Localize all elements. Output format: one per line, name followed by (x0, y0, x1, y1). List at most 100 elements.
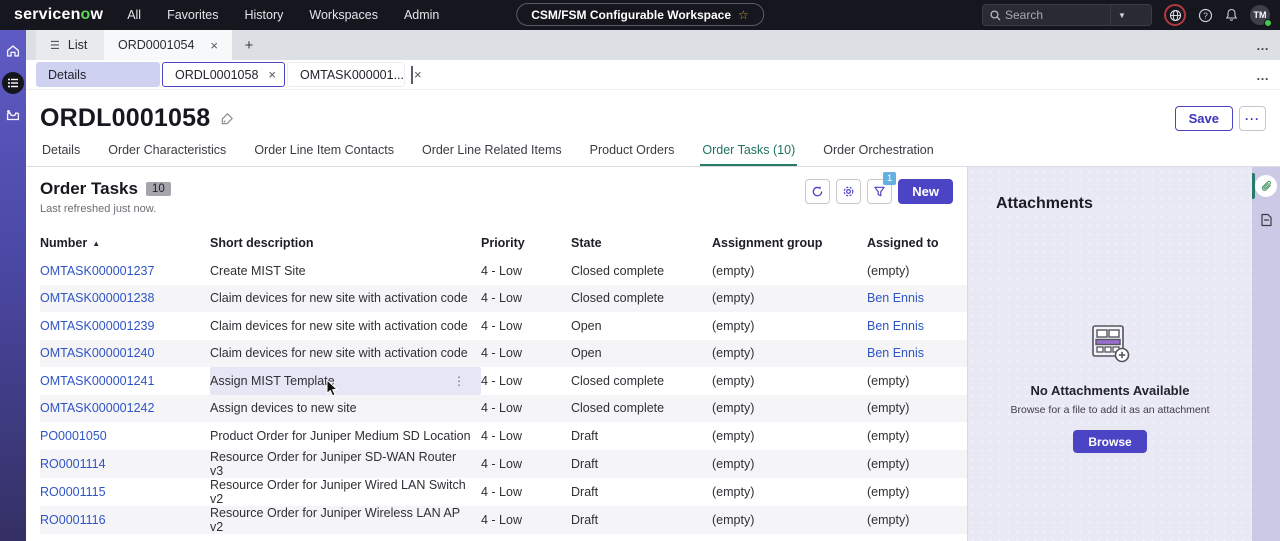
column-header-state[interactable]: State (571, 229, 712, 257)
table-row[interactable]: OMTASK000001240 Claim devices for new sit… (40, 339, 967, 368)
short-description-text: Resource Order for Juniper Wired LAN Swi… (210, 477, 466, 506)
settings-gear-button[interactable] (836, 179, 862, 204)
record-number-link[interactable]: OMTASK000001240 (40, 346, 154, 360)
workspace-pill-label: CSM/FSM Configurable Workspace (531, 7, 732, 22)
tab-list[interactable]: ☰ List (36, 30, 104, 60)
record-number-link[interactable]: OMTASK000001239 (40, 319, 154, 333)
tag-icon[interactable] (220, 111, 235, 126)
cell-number: OMTASK000001240 (40, 340, 210, 368)
tab-ord0001054[interactable]: ORD0001054 × (104, 30, 232, 60)
list-toolbar: 1 New (805, 172, 953, 204)
column-header-assignment-group[interactable]: Assignment group (712, 229, 867, 257)
cell-assignment-group: (empty) (712, 401, 755, 416)
top-menu: All Favorites History Workspaces Admin (127, 8, 439, 22)
table-row[interactable]: OMTASK000001239 Claim devices for new sit… (40, 312, 967, 340)
cell-assigned-to: (empty) (867, 512, 910, 527)
filter-button[interactable]: 1 (867, 172, 897, 204)
cell-priority: 4 - Low (481, 401, 522, 416)
cell-assigned-to: (empty) (867, 456, 910, 471)
subtab-ordl0001058[interactable]: ORDL0001058 × (162, 62, 285, 87)
tab-order-line-related-items[interactable]: Order Line Related Items (420, 139, 564, 166)
topmenu-item-history[interactable]: History (245, 8, 284, 22)
search-scope-dropdown[interactable]: ▼ (1110, 5, 1133, 25)
refresh-button[interactable] (805, 179, 831, 204)
help-icon[interactable]: ? (1198, 8, 1213, 23)
topmenu-item-all[interactable]: All (127, 8, 141, 22)
browse-button[interactable]: Browse (1073, 430, 1147, 453)
table-row[interactable]: OMTASK000001237 Create MIST Site 4 - Low Cl… (40, 257, 967, 285)
subtab-details[interactable]: Details (36, 62, 160, 87)
new-tab-button[interactable]: + (232, 30, 266, 60)
column-header-assigned-to[interactable]: Assigned to (867, 229, 967, 257)
list-title: Order Tasks (40, 179, 138, 198)
attachments-paperclip-icon[interactable] (1255, 175, 1277, 197)
workspace-tray-icon[interactable] (2, 104, 24, 126)
cell-assignment-group: (empty) (712, 373, 755, 388)
table-row[interactable]: RO0001115 Resource Order for Juniper Wire… (40, 478, 967, 506)
notifications-bell-icon[interactable] (1225, 8, 1238, 22)
table-row[interactable]: OMTASK000001242 Assign devices to new sit… (40, 394, 967, 422)
record-number-link[interactable]: PO0001050 (40, 429, 107, 443)
tab-product-orders[interactable]: Product Orders (588, 139, 677, 166)
record-more-button[interactable]: ··· (1239, 106, 1266, 131)
table-row[interactable]: RO0001114 Resource Order for Juniper SD-W… (40, 449, 967, 478)
workspace-pill-button[interactable]: CSM/FSM Configurable Workspace ☆ (516, 3, 764, 26)
cell-assignment-group: (empty) (712, 428, 755, 443)
save-button[interactable]: Save (1174, 106, 1233, 131)
search-icon (983, 9, 1005, 21)
attachments-title: Attachments (996, 195, 1093, 212)
table-row[interactable]: RO0001116 Resource Order for Juniper Wire… (40, 505, 967, 534)
topmenu-item-favorites[interactable]: Favorites (167, 8, 218, 22)
list-header: Order Tasks 10 Last refreshed just now. (40, 172, 967, 215)
subtab-overflow-menu[interactable]: … (1256, 60, 1270, 90)
topmenu-item-workspaces[interactable]: Workspaces (309, 8, 378, 22)
table-row[interactable]: PO0001050 Product Order for Juniper Mediu… (40, 422, 967, 450)
column-header-short-description[interactable]: Short description (210, 229, 481, 257)
user-avatar[interactable]: TM (1250, 5, 1272, 27)
tab-caret (411, 65, 413, 84)
assigned-user-link[interactable]: Ben Ennis (867, 346, 924, 360)
record-number-link[interactable]: RO0001114 (40, 457, 106, 471)
close-subtab-icon[interactable]: × (268, 68, 276, 81)
row-context-menu-icon[interactable]: ⋮ (453, 374, 465, 388)
column-header-label: Assignment group (712, 236, 823, 250)
home-icon[interactable] (2, 40, 24, 62)
new-record-button[interactable]: New (898, 179, 953, 204)
subtab-omtask[interactable]: OMTASK000001... × (287, 62, 422, 87)
cell-priority: 4 - Low (481, 373, 522, 388)
cell-short-description: Assign MIST Template ⋮ (210, 367, 481, 395)
cell-state: Closed complete (571, 373, 665, 388)
topmenu-item-admin[interactable]: Admin (404, 8, 439, 22)
column-header-priority[interactable]: Priority (481, 229, 571, 257)
tab-order-orchestration[interactable]: Order Orchestration (821, 139, 935, 166)
record-number-link[interactable]: OMTASK000001238 (40, 291, 154, 305)
cell-assignment-group: (empty) (712, 484, 755, 499)
favorite-star-icon[interactable]: ☆ (738, 8, 749, 22)
servicenow-logo[interactable]: servicenow (14, 6, 103, 24)
cell-state: Closed complete (571, 291, 665, 306)
top-navigation-bar: servicenow All Favorites History Workspaces… (0, 0, 1280, 30)
globe-icon[interactable] (1164, 4, 1186, 26)
tab-order-characteristics[interactable]: Order Characteristics (106, 139, 228, 166)
assigned-user-link[interactable]: Ben Ennis (867, 319, 924, 333)
column-header-number[interactable]: Number ▲ (40, 229, 210, 257)
table-row[interactable]: OMTASK000001238 Claim devices for new sit… (40, 284, 967, 312)
record-number-link[interactable]: OMTASK000001242 (40, 401, 154, 415)
record-number-link[interactable]: OMTASK000001241 (40, 374, 154, 388)
tab-details[interactable]: Details (40, 139, 82, 166)
tab-order-tasks-10[interactable]: Order Tasks (10) (700, 139, 798, 166)
tab-overflow-menu[interactable]: … (1256, 30, 1270, 60)
tab-order-line-item-contacts[interactable]: Order Line Item Contacts (252, 139, 396, 166)
assigned-user-link[interactable]: Ben Ennis (867, 291, 924, 305)
table-row[interactable]: OMTASK000001241 Assign MIST Template ⋮ 4 - … (40, 367, 967, 395)
close-subtab-icon-2[interactable]: × (414, 68, 422, 81)
record-number-link[interactable]: RO0001116 (40, 513, 106, 527)
page-title: ORDL0001058 (40, 104, 211, 132)
document-panel-icon[interactable] (1255, 209, 1277, 231)
search-input[interactable] (1005, 8, 1110, 22)
cell-priority: 4 - Low (481, 456, 522, 471)
close-tab-icon[interactable]: × (210, 39, 218, 52)
record-number-link[interactable]: RO0001115 (40, 485, 106, 499)
record-number-link[interactable]: OMTASK000001237 (40, 264, 154, 278)
menu-list-icon[interactable] (2, 72, 24, 94)
